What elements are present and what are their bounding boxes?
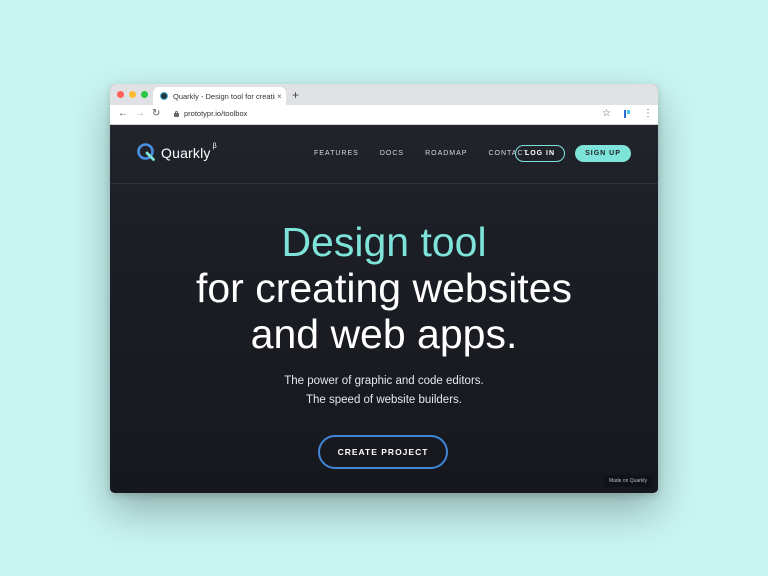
nav-item-docs[interactable]: DOCS [380,150,404,157]
maximize-window-button[interactable] [141,91,148,98]
back-icon[interactable]: ← [118,107,128,121]
favicon-icon [160,92,168,100]
hero-title-accent: Design tool [281,219,487,265]
browser-toolbar: ← → ↻ prototypr.io/toolbox ☆ ⋮ [110,105,658,125]
tab-title: Quarkly - Design tool for creating [173,91,275,101]
forward-icon[interactable]: → [135,107,145,121]
site-header: Quarkly β FEATURES DOCS ROADMAP CONTACT … [110,125,658,184]
extension-icon[interactable] [624,110,630,118]
quarkly-logo-icon [137,143,155,161]
create-project-button[interactable]: CREATE PROJECT [318,435,448,469]
reload-icon[interactable]: ↻ [152,107,160,121]
new-tab-button[interactable]: + [292,87,299,103]
hero-title-line3: and web apps. [250,311,518,357]
signup-button[interactable]: SIGN UP [575,145,631,162]
nav-item-roadmap[interactable]: ROADMAP [425,150,467,157]
kebab-menu-icon[interactable]: ⋮ [643,107,653,121]
nav-item-features[interactable]: FEATURES [314,150,359,157]
close-window-button[interactable] [117,91,124,98]
beta-badge: β [212,143,217,150]
hero-subtitle-line2: The speed of website builders. [306,394,462,406]
star-icon[interactable]: ☆ [602,107,611,121]
login-button[interactable]: LOG IN [515,145,565,162]
lock-icon [174,111,179,117]
hero-subtitle-line1: The power of graphic and code editors. [284,375,484,387]
made-on-quarkly-badge[interactable]: Made on Quarkly [604,475,652,487]
logo-text: Quarkly [161,145,211,161]
tab-close-icon[interactable]: × [277,92,282,101]
minimize-window-button[interactable] [129,91,136,98]
browser-window: Quarkly - Design tool for creating × + ←… [110,84,658,493]
hero-title-line2: for creating websites [195,265,572,311]
tab-bar: Quarkly - Design tool for creating × + [110,84,658,105]
address-bar[interactable]: prototypr.io/toolbox [184,109,247,118]
website-viewport: Quarkly β FEATURES DOCS ROADMAP CONTACT … [110,125,658,493]
browser-tab[interactable]: Quarkly - Design tool for creating × [153,87,286,105]
window-controls [117,91,148,98]
site-logo[interactable]: Quarkly β [136,142,217,162]
